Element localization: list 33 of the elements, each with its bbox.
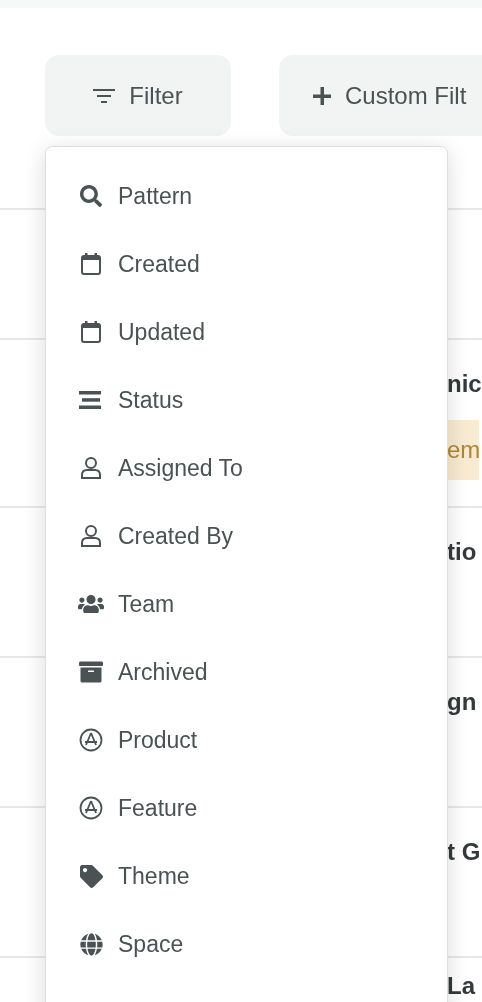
- filter-menu-item[interactable]: Status: [46, 366, 447, 434]
- calendar-icon: [80, 320, 102, 344]
- filter-menu-item[interactable]: Feature: [46, 774, 447, 842]
- filter-menu-item[interactable]: Theme: [46, 842, 447, 910]
- filter-button[interactable]: Filter: [45, 55, 231, 136]
- filter-menu-item[interactable]: Updated: [46, 298, 447, 366]
- filter-menu-item[interactable]: Created By: [46, 502, 447, 570]
- filter-menu-item[interactable]: Created: [46, 230, 447, 298]
- bars-icon: [79, 390, 103, 410]
- row-title: nic: [447, 370, 482, 398]
- plus-icon: [313, 86, 331, 105]
- archive-box-icon: [79, 660, 103, 684]
- filter-menu-item[interactable]: Archived: [46, 638, 447, 706]
- person-icon: [80, 524, 102, 548]
- row-title: tio: [447, 538, 477, 566]
- row-title: La: [447, 972, 475, 1000]
- calendar-icon: [80, 252, 102, 276]
- app-circle-icon: [79, 796, 103, 820]
- custom-filter-button[interactable]: Custom Filt: [279, 55, 482, 136]
- filter-menu-item[interactable]: Team: [46, 570, 447, 638]
- search-icon: [80, 185, 102, 207]
- filter-menu-item[interactable]: Assigned To: [46, 434, 447, 502]
- tag-badge: em: [447, 420, 479, 480]
- filter-menu-item[interactable]: Product: [46, 706, 447, 774]
- app-circle-icon: [79, 728, 103, 752]
- row-title: gn: [447, 688, 477, 716]
- person-icon: [80, 456, 102, 480]
- filter-menu-item[interactable]: Space: [46, 910, 447, 978]
- row-title: t G: [447, 838, 481, 866]
- tag-icon: [79, 864, 103, 888]
- globe-icon: [79, 932, 103, 956]
- filter-menu-item[interactable]: Pattern: [46, 162, 447, 230]
- filter-icon: [93, 87, 116, 104]
